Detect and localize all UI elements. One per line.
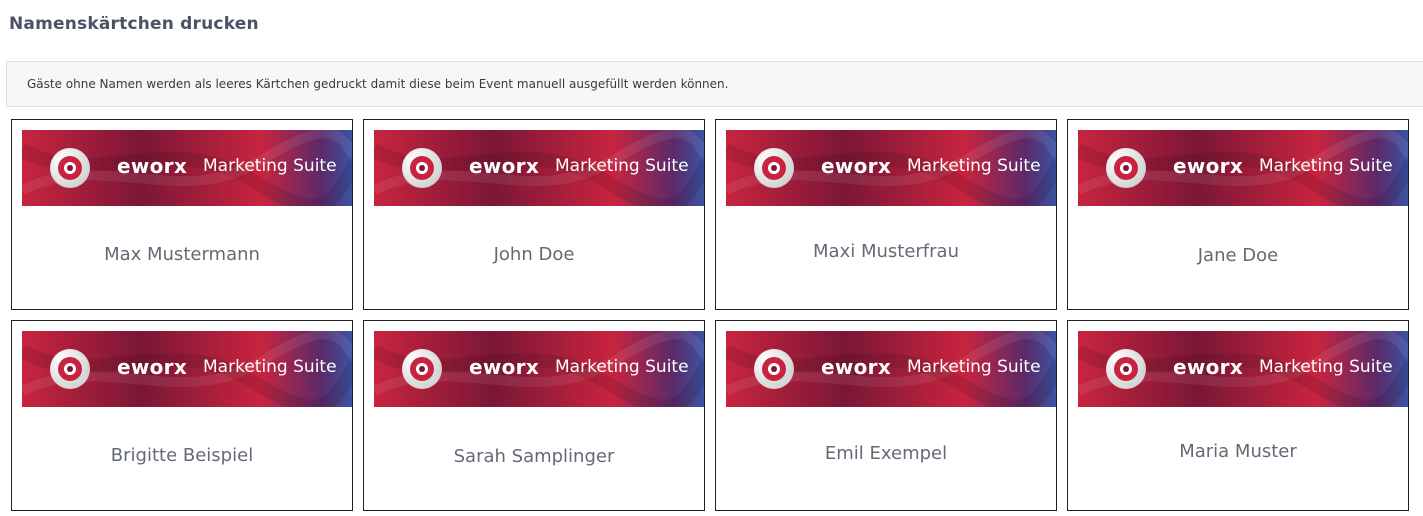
banner-product-label: Marketing Suite <box>203 357 337 377</box>
banner-brand-label: eworx <box>117 355 188 379</box>
banner-brand-label: eworx <box>1173 154 1244 178</box>
guest-name: Max Mustermann <box>104 244 260 265</box>
banner-product-label: Marketing Suite <box>555 156 689 176</box>
banner-brand-label: eworx <box>117 154 188 178</box>
info-text: Gäste ohne Namen werden als leeres Kärtc… <box>27 77 729 91</box>
name-card: eworx Marketing Suite Max Mustermann <box>11 119 353 310</box>
page-title: Namenskärtchen drucken <box>9 14 259 34</box>
eworx-banner: eworx Marketing Suite <box>726 130 1056 206</box>
banner-product-label: Marketing Suite <box>1259 357 1393 377</box>
eworx-banner: eworx Marketing Suite <box>22 331 352 407</box>
guest-name: Maxi Musterfrau <box>813 241 959 262</box>
name-card: eworx Marketing Suite Brigitte Beispiel <box>11 320 353 511</box>
banner-product-label: Marketing Suite <box>907 357 1041 377</box>
banner-product-label: Marketing Suite <box>203 156 337 176</box>
guest-name: Sarah Samplinger <box>453 446 615 467</box>
banner-brand-label: eworx <box>469 154 540 178</box>
name-card: eworx Marketing Suite Maria Muster <box>1067 320 1409 511</box>
eworx-banner: eworx Marketing Suite <box>374 331 704 407</box>
name-card: eworx Marketing Suite Maxi Musterfrau <box>715 119 1057 310</box>
banner-brand-label: eworx <box>469 355 540 379</box>
guest-name: Maria Muster <box>1179 441 1297 462</box>
eworx-banner: eworx Marketing Suite <box>1078 130 1408 206</box>
name-card: eworx Marketing Suite John Doe <box>363 119 705 310</box>
banner-product-label: Marketing Suite <box>555 357 689 377</box>
guest-name: John Doe <box>493 244 575 265</box>
eworx-banner: eworx Marketing Suite <box>1078 331 1408 407</box>
name-card: eworx Marketing Suite Jane Doe <box>1067 119 1409 310</box>
eworx-banner: eworx Marketing Suite <box>22 130 352 206</box>
eworx-banner: eworx Marketing Suite <box>374 130 704 206</box>
guest-name: Brigitte Beispiel <box>110 445 254 466</box>
banner-product-label: Marketing Suite <box>1259 156 1393 176</box>
name-card: eworx Marketing Suite Emil Exempel <box>715 320 1057 511</box>
eworx-banner: eworx Marketing Suite <box>726 331 1056 407</box>
name-card-grid: eworx Marketing Suite Max Mustermann ewor… <box>11 119 1423 516</box>
banner-brand-label: eworx <box>821 154 892 178</box>
banner-product-label: Marketing Suite <box>907 156 1041 176</box>
name-card: eworx Marketing Suite Sarah Samplinger <box>363 320 705 511</box>
banner-brand-label: eworx <box>1173 355 1244 379</box>
info-box: Gäste ohne Namen werden als leeres Kärtc… <box>6 61 1423 107</box>
guest-name: Emil Exempel <box>824 443 948 464</box>
banner-brand-label: eworx <box>821 355 892 379</box>
guest-name: Jane Doe <box>1197 245 1279 266</box>
